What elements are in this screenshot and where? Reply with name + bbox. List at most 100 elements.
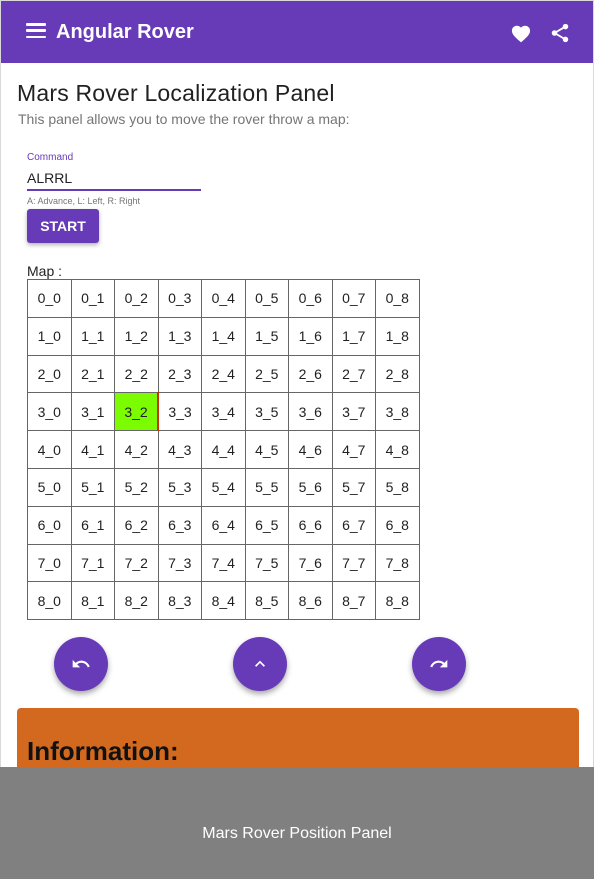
map-cell: 3_7 bbox=[331, 392, 376, 432]
map-cell: 2_8 bbox=[375, 354, 420, 394]
map-cell: 6_6 bbox=[288, 505, 333, 545]
information-title: Information: bbox=[27, 736, 179, 766]
map-cell: 3_0 bbox=[27, 392, 72, 432]
map-cell: 0_7 bbox=[331, 279, 376, 318]
map-cell: 7_1 bbox=[70, 543, 115, 583]
map-cell: 1_6 bbox=[288, 316, 333, 356]
map-cell: 3_5 bbox=[244, 392, 289, 432]
map-cell: 2_0 bbox=[27, 354, 72, 394]
map-row: 7_0 7_1 7_2 7_3 7_4 7_5 7_6 7_7 7_8 bbox=[27, 543, 420, 583]
heart-icon[interactable] bbox=[510, 23, 532, 43]
map-cell: 8_4 bbox=[201, 581, 246, 621]
map-cell: 8_2 bbox=[114, 581, 159, 621]
map-cell: 5_0 bbox=[27, 467, 72, 507]
map-cell: 2_3 bbox=[157, 354, 202, 394]
map-row: 3_0 3_1 3_2 3_3 3_4 3_5 3_6 3_7 3_8 bbox=[27, 392, 420, 432]
map-cell: 2_7 bbox=[331, 354, 376, 394]
map-cell: 7_2 bbox=[114, 543, 159, 583]
map-cell: 5_8 bbox=[375, 467, 420, 507]
map-cell: 1_2 bbox=[114, 316, 159, 356]
command-input[interactable] bbox=[27, 167, 201, 191]
footer-panel: Mars Rover Position Panel bbox=[0, 767, 594, 879]
map-cell: 7_4 bbox=[201, 543, 246, 583]
map-cell: 6_1 bbox=[70, 505, 115, 545]
map-cell: 2_1 bbox=[70, 354, 115, 394]
map-cell: 8_0 bbox=[27, 581, 72, 621]
map-cell: 1_4 bbox=[201, 316, 246, 356]
map-cell: 0_2 bbox=[114, 279, 159, 318]
map-cell: 2_6 bbox=[288, 354, 333, 394]
map-cell: 0_4 bbox=[201, 279, 246, 318]
map-cell: 7_3 bbox=[157, 543, 202, 583]
map-cell: 0_0 bbox=[27, 279, 72, 318]
map-cell: 7_0 bbox=[27, 543, 72, 583]
map-cell: 4_7 bbox=[331, 430, 376, 469]
map-cell: 5_4 bbox=[201, 467, 246, 507]
footer-text: Mars Rover Position Panel bbox=[202, 825, 392, 842]
map-cell: 8_1 bbox=[70, 581, 115, 621]
map-row: 0_0 0_1 0_2 0_3 0_4 0_5 0_6 0_7 0_8 bbox=[27, 279, 420, 318]
map-cell: 7_7 bbox=[331, 543, 376, 583]
map-cell: 7_5 bbox=[244, 543, 289, 583]
app-frame: Angular Rover Mars Rover Localization Pa… bbox=[0, 0, 594, 879]
map-cell: 8_8 bbox=[375, 581, 420, 621]
map-cell: 4_5 bbox=[244, 430, 289, 469]
map-cell: 3_6 bbox=[288, 392, 333, 432]
rover-map-grid: 0_0 0_1 0_2 0_3 0_4 0_5 0_6 0_7 0_8 1_0 1_1 1_2 1_3 1… bbox=[27, 279, 420, 621]
map-cell: 6_0 bbox=[27, 505, 72, 545]
map-cell: 0_8 bbox=[375, 279, 420, 318]
map-cell: 2_4 bbox=[201, 354, 246, 394]
turn-right-button[interactable] bbox=[412, 637, 466, 691]
map-cell: 7_6 bbox=[288, 543, 333, 583]
map-cell: 6_5 bbox=[244, 505, 289, 545]
map-cell: 1_1 bbox=[70, 316, 115, 356]
map-cell: 6_4 bbox=[201, 505, 246, 545]
start-button[interactable]: START bbox=[27, 209, 99, 243]
map-cell: 5_3 bbox=[157, 467, 202, 507]
map-cell: 5_1 bbox=[70, 467, 115, 507]
chevron-up-icon bbox=[255, 660, 265, 667]
command-field-label: Command bbox=[27, 152, 74, 163]
map-cell: 5_6 bbox=[288, 467, 333, 507]
map-cell: 1_5 bbox=[244, 316, 289, 356]
menu-icon[interactable] bbox=[26, 23, 46, 39]
map-cell: 0_5 bbox=[244, 279, 289, 318]
map-cell: 1_0 bbox=[27, 316, 72, 356]
map-cell: 4_2 bbox=[114, 430, 159, 469]
map-cell: 0_3 bbox=[157, 279, 202, 318]
map-cell: 5_7 bbox=[331, 467, 376, 507]
map-cell: 4_8 bbox=[375, 430, 420, 469]
command-hint: A: Advance, L: Left, R: Right bbox=[27, 196, 141, 206]
turn-right-icon bbox=[430, 659, 448, 668]
map-cell: 6_3 bbox=[157, 505, 202, 545]
map-cell: 4_1 bbox=[70, 430, 115, 469]
advance-button[interactable] bbox=[233, 637, 287, 691]
map-cell: 0_6 bbox=[288, 279, 333, 318]
map-row: 1_0 1_1 1_2 1_3 1_4 1_5 1_6 1_7 1_8 bbox=[27, 316, 420, 356]
map-cell: 3_1 bbox=[70, 392, 115, 432]
share-icon[interactable] bbox=[549, 22, 571, 44]
map-cell: 8_6 bbox=[288, 581, 333, 621]
map-cell: 8_7 bbox=[331, 581, 376, 621]
map-cell: 5_5 bbox=[244, 467, 289, 507]
map-cell: 4_4 bbox=[201, 430, 246, 469]
map-cell: 4_3 bbox=[157, 430, 202, 469]
turn-left-button[interactable] bbox=[54, 637, 108, 691]
turn-left-icon bbox=[72, 659, 90, 668]
map-cell: 1_3 bbox=[157, 316, 202, 356]
map-cell: 6_2 bbox=[114, 505, 159, 545]
page-title: Mars Rover Localization Panel bbox=[17, 80, 335, 106]
map-cell: 8_3 bbox=[157, 581, 202, 621]
map-row: 6_0 6_1 6_2 6_3 6_4 6_5 6_6 6_7 6_8 bbox=[27, 505, 420, 545]
map-cell-rover: 3_2 bbox=[114, 392, 159, 432]
map-cell: 1_7 bbox=[331, 316, 376, 356]
map-cell: 4_6 bbox=[288, 430, 333, 469]
map-row: 5_0 5_1 5_2 5_3 5_4 5_5 5_6 5_7 5_8 bbox=[27, 467, 420, 507]
map-cell: 4_0 bbox=[27, 430, 72, 469]
map-cell: 6_8 bbox=[375, 505, 420, 545]
map-cell: 5_2 bbox=[114, 467, 159, 507]
map-cell: 1_8 bbox=[375, 316, 420, 356]
map-cell: 3_8 bbox=[375, 392, 420, 432]
top-app-bar: Angular Rover bbox=[1, 1, 593, 63]
map-cell: 0_1 bbox=[70, 279, 115, 318]
